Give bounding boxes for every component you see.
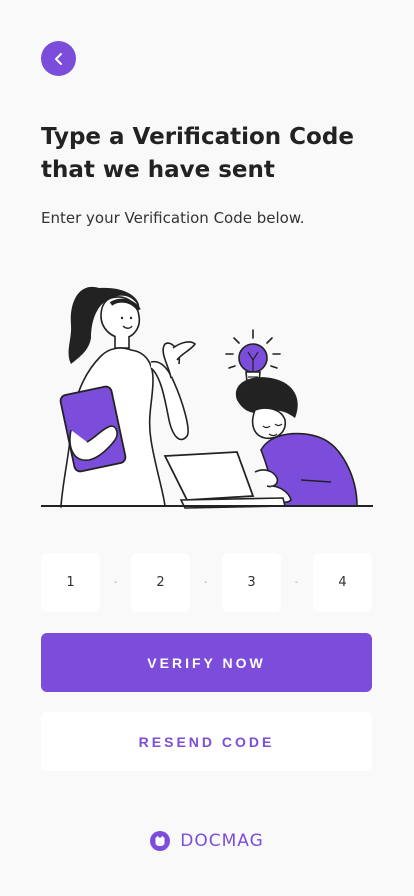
code-digit-2-field[interactable]: 2 xyxy=(131,553,190,612)
brand-name: DOCMAG xyxy=(180,831,264,851)
code-separator: - xyxy=(203,577,208,588)
docmag-logo-icon xyxy=(150,831,171,851)
brand: DOCMAG xyxy=(0,827,414,855)
chevron-left-icon xyxy=(54,52,62,65)
code-separator: - xyxy=(113,577,118,588)
verification-illustration xyxy=(41,286,373,509)
verify-now-button[interactable]: VERIFY NOW xyxy=(41,633,372,692)
page-title: Type a Verification Code that we have se… xyxy=(41,124,354,183)
code-digit-1-field[interactable]: 1 xyxy=(41,553,100,612)
resend-code-button[interactable]: RESEND CODE xyxy=(41,712,372,771)
code-separator: - xyxy=(294,577,299,588)
code-digit-3-field[interactable]: 3 xyxy=(222,553,281,612)
code-digit-4-field[interactable]: 4 xyxy=(313,553,372,612)
page-subtitle: Enter your Verification Code below. xyxy=(41,209,305,227)
verification-code-inputs: 1 - 2 - 3 - 4 xyxy=(41,553,372,612)
back-button[interactable] xyxy=(41,41,76,76)
